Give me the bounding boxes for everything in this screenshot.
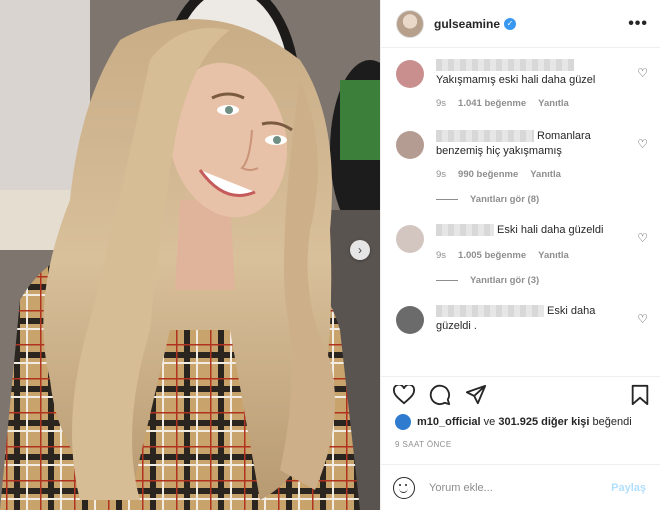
comment-item: Yakışmamış eski hali daha güzel 9s 1.041… xyxy=(396,58,648,109)
comment-time: 9s xyxy=(436,98,447,109)
view-replies-label: Yanıtları gör (3) xyxy=(470,275,540,286)
comment-meta: 9s 990 beğenme Yanıtla xyxy=(436,169,631,180)
comment-text: Romanlara benzemiş hiç yakışmamış xyxy=(436,129,631,159)
bookmark-icon[interactable] xyxy=(630,384,650,406)
share-icon[interactable] xyxy=(465,384,487,406)
post-timestamp[interactable]: 9 SAAT ÖNCE xyxy=(381,432,660,456)
comment-input[interactable] xyxy=(429,481,612,494)
comment-item: Eski daha güzeldi . ♡ xyxy=(396,304,648,334)
comment-heart-icon[interactable]: ♡ xyxy=(637,66,648,80)
avatar[interactable] xyxy=(396,225,424,253)
post-photo[interactable]: › xyxy=(0,0,380,510)
comment-text-content: Yakışmamış eski hali daha güzel xyxy=(436,74,596,86)
comment-heart-icon[interactable]: ♡ xyxy=(637,312,648,326)
post-comment-button[interactable]: Paylaş xyxy=(611,482,646,494)
comment-time: 9s xyxy=(436,169,447,180)
comment-heart-icon[interactable]: ♡ xyxy=(637,137,648,151)
blurred-username xyxy=(436,305,544,318)
verified-badge-icon: ✓ xyxy=(504,17,517,30)
avatar[interactable] xyxy=(396,306,424,334)
comment-body: Eski hali daha güzeldi 9s 1.005 beğenme … xyxy=(436,223,631,261)
heart-icon[interactable] xyxy=(393,384,415,405)
comment-likes[interactable]: 990 beğenme xyxy=(458,169,518,180)
comments-list: Yakışmamış eski hali daha güzel 9s 1.041… xyxy=(381,48,660,376)
comment-text-content: Eski hali daha güzeldi xyxy=(497,224,604,236)
avatar[interactable] xyxy=(396,60,424,88)
post-header: gulseamine ✓ ••• xyxy=(381,0,660,48)
instagram-post: › gulseamine ✓ ••• Yakışmamış eski hali … xyxy=(0,0,660,510)
action-bar xyxy=(381,376,660,412)
comment-body: Romanlara benzemiş hiç yakışmamış 9s 990… xyxy=(436,129,631,180)
reply-button[interactable]: Yanıtla xyxy=(530,169,561,180)
reply-button[interactable]: Yanıtla xyxy=(538,250,569,261)
next-arrow-icon[interactable]: › xyxy=(350,240,370,260)
view-replies-label: Yanıtları gör (8) xyxy=(470,194,540,205)
comment-item: Romanlara benzemiş hiç yakışmamış 9s 990… xyxy=(396,129,648,180)
photo-illustration xyxy=(0,0,380,510)
comment-meta: 9s 1.041 beğenme Yanıtla xyxy=(436,98,631,109)
divider xyxy=(436,199,458,200)
comment-body: Yakışmamış eski hali daha güzel 9s 1.041… xyxy=(436,58,631,109)
reply-button[interactable]: Yanıtla xyxy=(538,98,569,109)
view-replies-button[interactable]: Yanıtları gör (3) xyxy=(436,275,648,286)
likes-suffix: beğendi xyxy=(589,416,632,428)
view-replies-button[interactable]: Yanıtları gör (8) xyxy=(436,194,648,205)
avatar[interactable] xyxy=(395,414,411,430)
comment-item: Eski hali daha güzeldi 9s 1.005 beğenme … xyxy=(396,223,648,261)
comment-time: 9s xyxy=(436,250,447,261)
comment-text: Yakışmamış eski hali daha güzel xyxy=(436,58,631,88)
more-options-icon[interactable]: ••• xyxy=(628,15,648,33)
blurred-username xyxy=(436,224,494,237)
comment-likes[interactable]: 1.041 beğenme xyxy=(458,98,526,109)
avatar[interactable] xyxy=(396,9,424,38)
post-side-panel: gulseamine ✓ ••• Yakışmamış eski hali da… xyxy=(380,0,660,510)
blurred-username xyxy=(436,130,534,143)
comment-meta: 9s 1.005 beğenme Yanıtla xyxy=(436,250,631,261)
comment-heart-icon[interactable]: ♡ xyxy=(637,231,648,245)
username[interactable]: gulseamine xyxy=(434,17,500,31)
comment-text: Eski hali daha güzeldi xyxy=(436,223,631,238)
emoji-icon[interactable] xyxy=(393,476,415,499)
avatar[interactable] xyxy=(396,131,424,159)
comment-likes[interactable]: 1.005 beğenme xyxy=(458,250,526,261)
comment-body: Eski daha güzeldi . xyxy=(436,304,631,334)
likes-connector: ve xyxy=(480,416,499,428)
comment-text: Eski daha güzeldi . xyxy=(436,304,631,334)
comment-icon[interactable] xyxy=(429,384,451,406)
add-comment-bar: Paylaş xyxy=(381,464,660,510)
divider xyxy=(436,280,458,281)
likes-count[interactable]: 301.925 diğer kişi xyxy=(498,416,589,428)
liker-username[interactable]: m10_official xyxy=(417,416,481,428)
likes-summary: m10_official ve 301.925 diğer kişi beğen… xyxy=(381,412,660,432)
blurred-username xyxy=(436,59,574,72)
